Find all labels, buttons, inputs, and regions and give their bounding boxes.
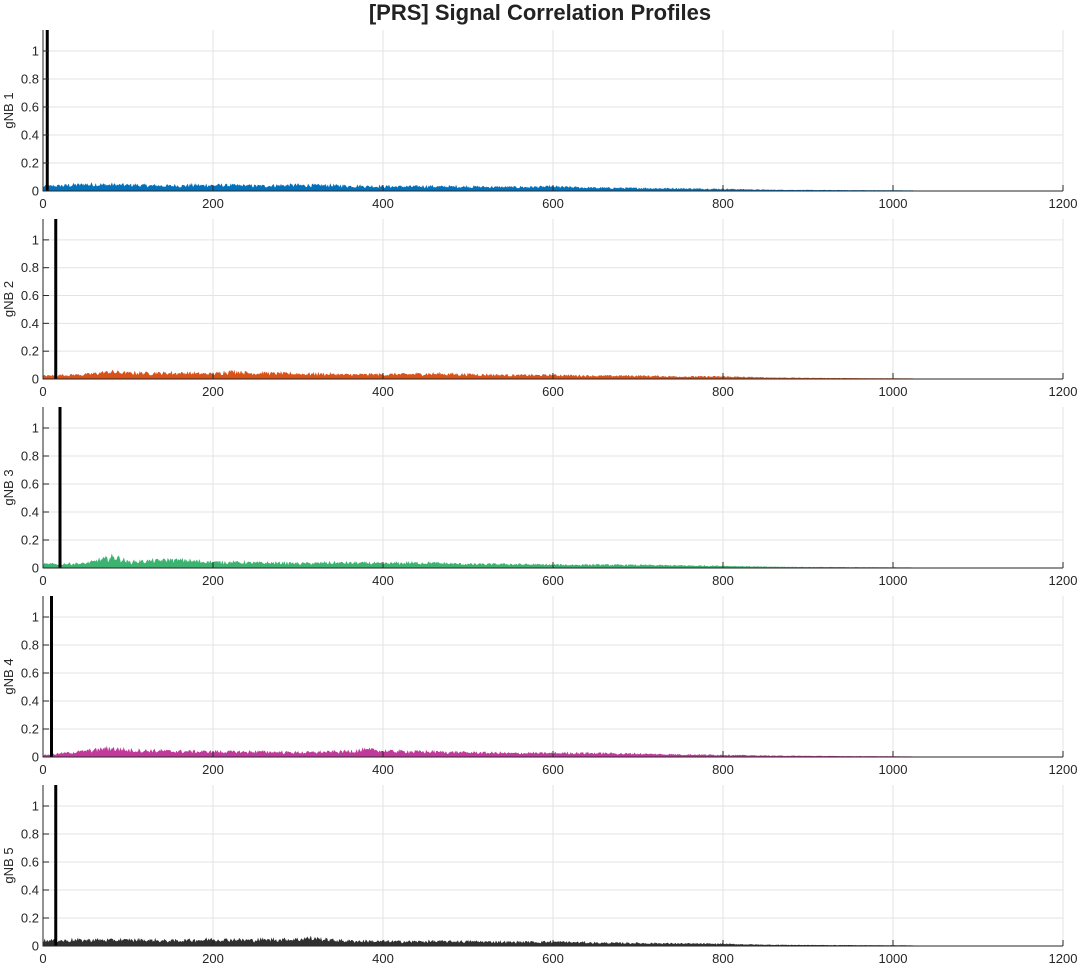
- chart-figure: 0 200 400 600 800 1000 120000.20.40.60.81gNB 1…: [1, 30, 1077, 965]
- y-tick-label: 0.6: [21, 855, 39, 870]
- x-tick-label: 600: [542, 762, 564, 777]
- y-tick-label: 0.8: [21, 827, 39, 842]
- y-tick-label: 0.8: [21, 260, 39, 275]
- x-tick-label: 400: [372, 951, 394, 965]
- x-tick-label: 1200: [1049, 573, 1078, 588]
- x-tick-label: 1200: [1049, 951, 1078, 965]
- x-tick-label: 400: [372, 573, 394, 588]
- panel-gnb-3: 0 200 400 600 800 1000 1200 0 0.2 0.4 0.6 0.8 1 gNB 3: [1, 407, 1077, 588]
- x-tick-label: 600: [542, 384, 564, 399]
- y-tick-label: 0.8: [21, 638, 39, 653]
- y-tick-label: 0.4: [21, 505, 39, 520]
- y-tick-label: 0.8: [21, 72, 39, 87]
- x-tick-label: 0: [39, 573, 46, 588]
- x-tick-label: 200: [202, 762, 224, 777]
- y-tick-label: 0.2: [21, 156, 39, 171]
- y-axis-label: gNB 2: [1, 281, 16, 317]
- y-tick-label: 1: [32, 44, 39, 59]
- y-tick-label: 0.4: [21, 694, 39, 709]
- y-tick-label: 0.2: [21, 722, 39, 737]
- series-gnb-3: [42, 553, 914, 569]
- panel-gnb-1: 0 200 400 600 800 1000 1200 0 0.2 0.4 0.6 0.8 1 gNB 1: [1, 30, 1077, 211]
- y-axis-label: gNB 1: [1, 92, 16, 128]
- x-tick-label: 200: [202, 573, 224, 588]
- series-gnb-2: [42, 369, 914, 380]
- y-tick-label: 0.2: [21, 533, 39, 548]
- y-tick-label: 0.8: [21, 449, 39, 464]
- y-tick-label: 0: [32, 561, 39, 576]
- y-tick-label: 0.4: [21, 128, 39, 143]
- y-tick-label: 0.6: [21, 666, 39, 681]
- x-tick-label: 1000: [879, 951, 908, 965]
- x-tick-label: 0: [39, 196, 46, 211]
- panel-gnb-4: 0 200 400 600 800 1000 1200 0 0.2 0.4 0.6 0.8 1 gNB 4: [1, 596, 1077, 777]
- x-tick-label: 400: [372, 762, 394, 777]
- x-tick-label: 800: [712, 573, 734, 588]
- series-gnb-1: [42, 182, 914, 192]
- panel-gnb-5: 0 200 400 600 800 1000 1200 0 0.2 0.4 0.6 0.8 1 gNB 5: [1, 785, 1077, 965]
- x-tick-label: 400: [372, 196, 394, 211]
- y-tick-label: 0.2: [21, 344, 39, 359]
- y-tick-label: 1: [32, 610, 39, 625]
- x-tick-label: 400: [372, 384, 394, 399]
- x-tick-label: 1000: [879, 196, 908, 211]
- x-tick-label: 1200: [1049, 196, 1078, 211]
- y-tick-label: 0: [32, 939, 39, 954]
- y-tick-label: 0.6: [21, 288, 39, 303]
- y-tick-label: 0.4: [21, 883, 39, 898]
- y-tick-label: 0.2: [21, 911, 39, 926]
- x-tick-label: 0: [39, 384, 46, 399]
- x-tick-label: 1000: [879, 762, 908, 777]
- x-tick-label: 0: [39, 951, 46, 965]
- y-tick-label: 0.6: [21, 100, 39, 115]
- y-tick-label: 1: [32, 232, 39, 247]
- y-tick-label: 0: [32, 372, 39, 387]
- y-axis-label: gNB 3: [1, 469, 16, 505]
- x-tick-label: 200: [202, 384, 224, 399]
- x-tick-label: 800: [712, 762, 734, 777]
- y-tick-label: 0.4: [21, 316, 39, 331]
- x-tick-label: 200: [202, 951, 224, 965]
- x-tick-label: 600: [542, 951, 564, 965]
- y-tick-label: 0: [32, 184, 39, 199]
- x-tick-label: 800: [712, 951, 734, 965]
- panel-gnb-2: 0 200 400 600 800 1000 1200 0 0.2 0.4 0.6 0.8 1 gNB 2: [1, 219, 1077, 399]
- x-tick-label: 600: [542, 573, 564, 588]
- y-axis-label: gNB 4: [1, 658, 16, 694]
- series-gnb-5: [42, 935, 914, 947]
- x-tick-label: 1200: [1049, 762, 1078, 777]
- series-gnb-4: [42, 745, 914, 758]
- y-tick-label: 1: [32, 799, 39, 814]
- x-tick-label: 0: [39, 762, 46, 777]
- x-tick-label: 800: [712, 384, 734, 399]
- x-tick-label: 200: [202, 196, 224, 211]
- y-axis-label: gNB 5: [1, 847, 16, 883]
- x-tick-label: 1000: [879, 573, 908, 588]
- y-tick-label: 0: [32, 750, 39, 765]
- y-tick-label: 0.6: [21, 477, 39, 492]
- x-tick-label: 1000: [879, 384, 908, 399]
- x-tick-label: 1200: [1049, 384, 1078, 399]
- x-tick-label: 600: [542, 196, 564, 211]
- y-tick-label: 1: [32, 421, 39, 436]
- x-tick-label: 800: [712, 196, 734, 211]
